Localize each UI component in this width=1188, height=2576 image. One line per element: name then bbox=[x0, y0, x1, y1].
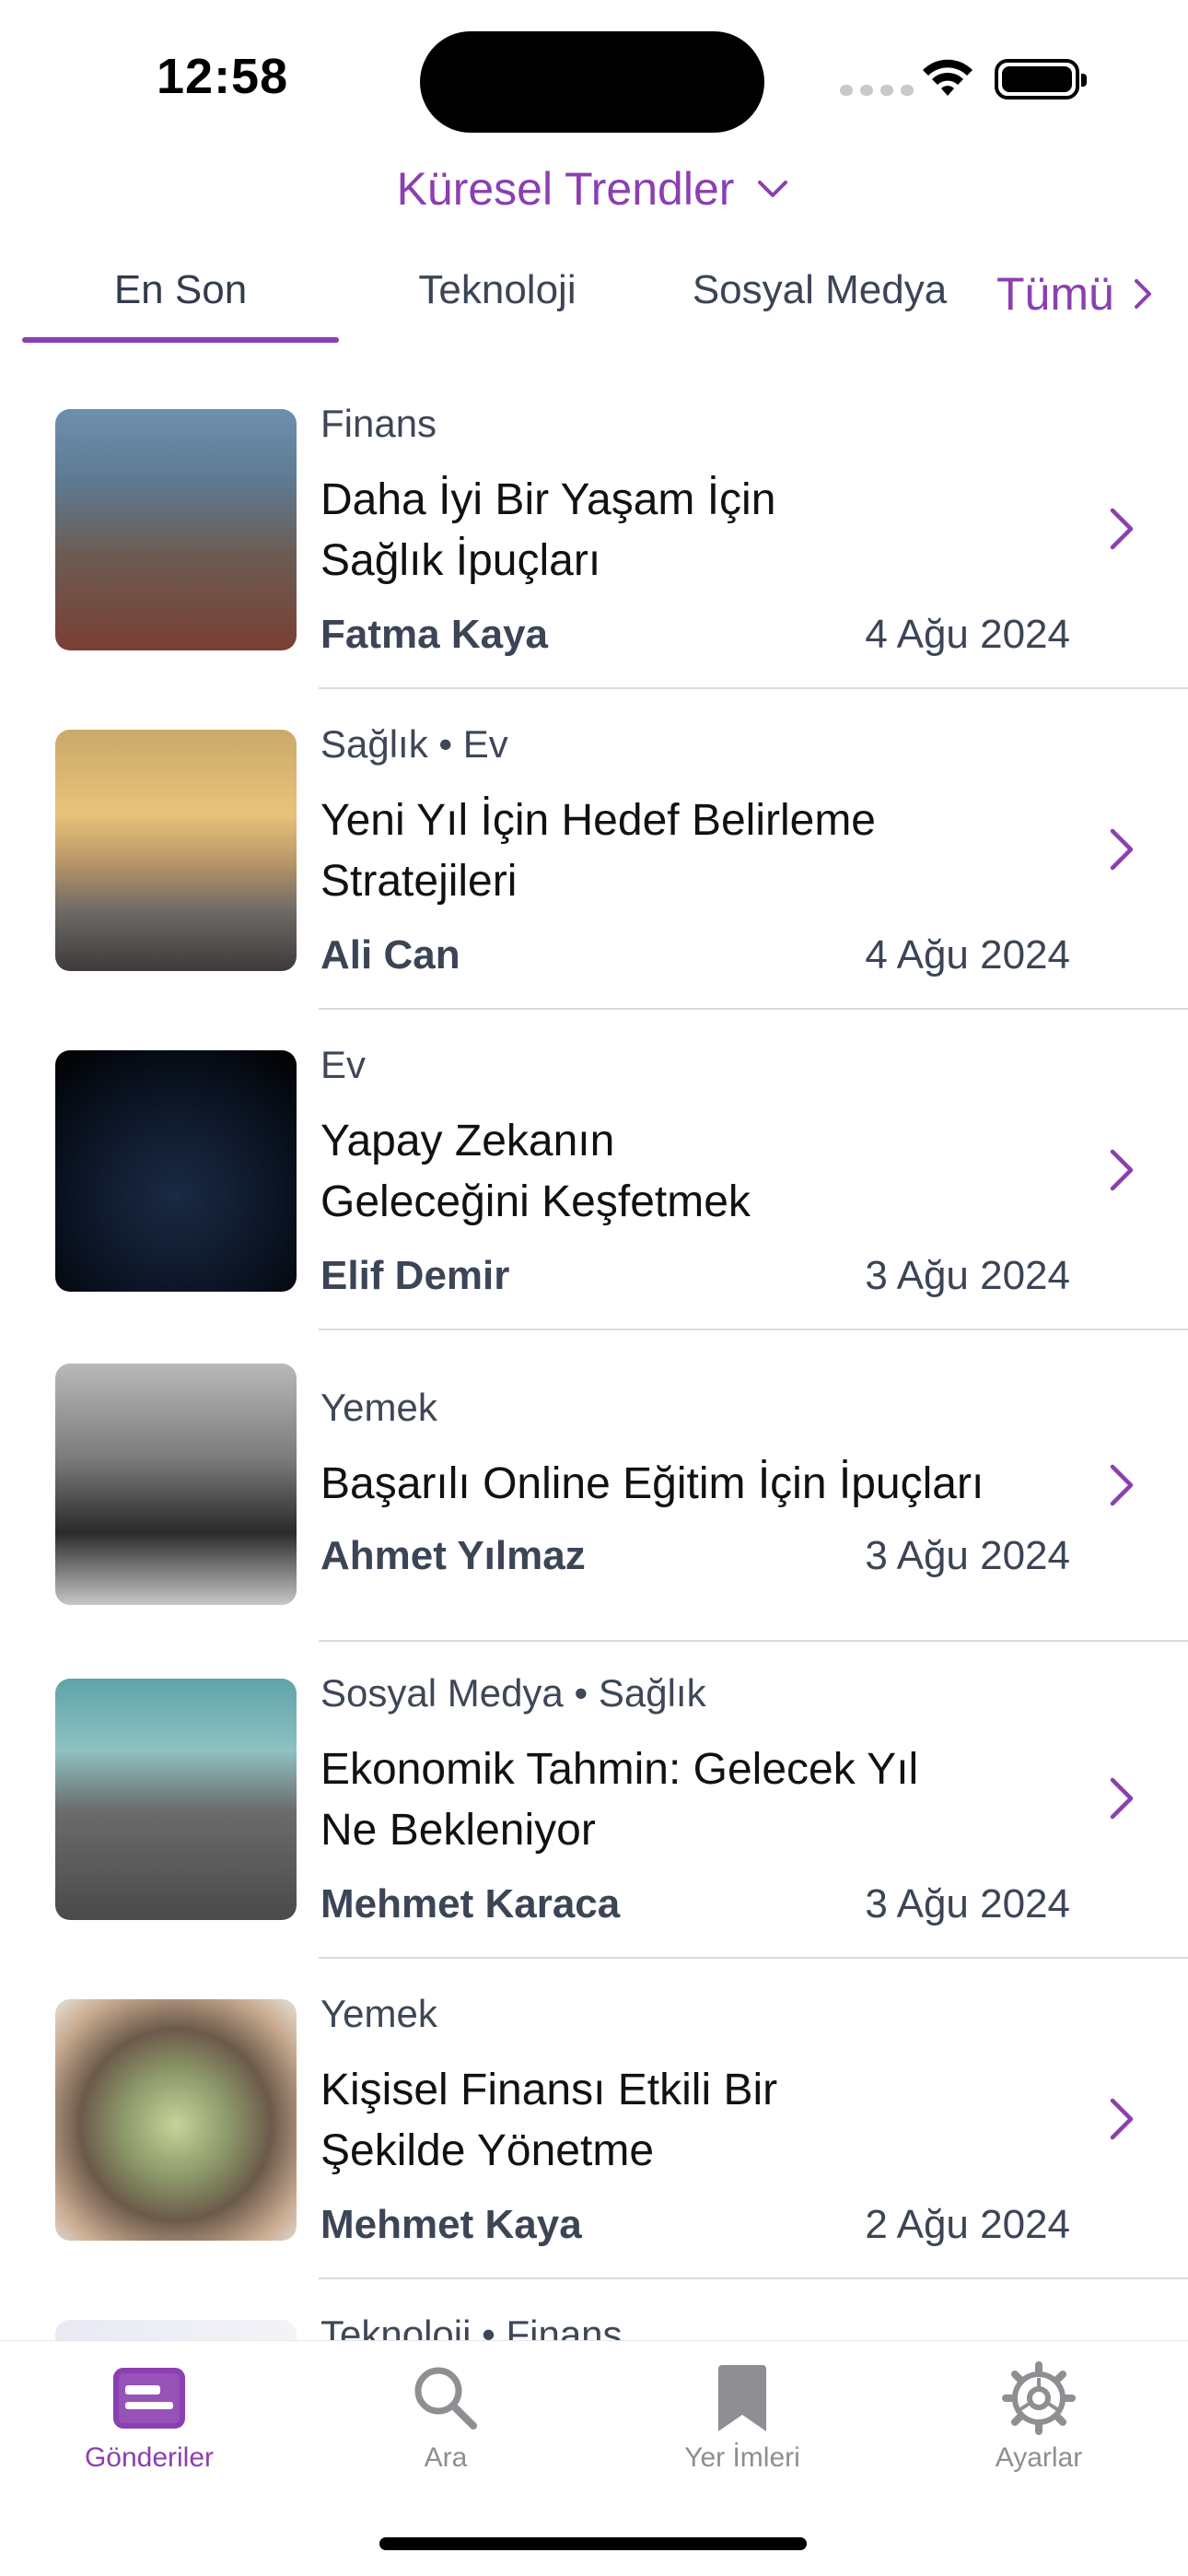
cellular-signal-icon bbox=[840, 85, 914, 96]
list-item[interactable]: Teknoloji • Finans bbox=[0, 2298, 1188, 2340]
post-title: Kişisel Finansı Etkili Bir Şekilde Yönet… bbox=[320, 2066, 778, 2175]
post-date: 3 Ağu 2024 bbox=[865, 1533, 1070, 1578]
chevron-right-icon bbox=[1110, 1149, 1134, 1191]
post-category: Sosyal Medya • Sağlık bbox=[320, 1671, 706, 1715]
post-author: Mehmet Kaya bbox=[320, 2202, 582, 2247]
post-date: 4 Ağu 2024 bbox=[865, 932, 1070, 978]
post-thumbnail bbox=[55, 1364, 297, 1605]
tab-settings[interactable]: Ayarlar bbox=[947, 2361, 1131, 2474]
post-category: Yemek bbox=[320, 1386, 437, 1429]
divider bbox=[319, 1329, 1188, 1330]
status-time: 12:58 bbox=[157, 49, 289, 104]
bookmark-icon bbox=[718, 2365, 766, 2431]
gear-icon bbox=[1002, 2361, 1076, 2435]
post-thumbnail bbox=[55, 730, 297, 971]
all-categories-label: Tümü bbox=[996, 268, 1114, 320]
post-title: Başarılı Online Eğitim İçin İpuçları bbox=[320, 1459, 984, 1508]
post-author: Mehmet Karaca bbox=[320, 1881, 621, 1926]
post-date: 2 Ağu 2024 bbox=[865, 2202, 1070, 2247]
tab-bookmarks[interactable]: Yer İmleri bbox=[650, 2361, 834, 2474]
region-dropdown[interactable]: Küresel Trendler bbox=[0, 162, 1188, 216]
list-item[interactable]: Sağlık • Ev Yeni Yıl İçin Hedef Belirlem… bbox=[0, 708, 1188, 1030]
chevron-right-icon bbox=[1110, 2098, 1134, 2140]
post-date: 4 Ağu 2024 bbox=[865, 612, 1070, 657]
chevron-right-icon bbox=[1110, 1464, 1134, 1506]
dynamic-island bbox=[420, 31, 764, 133]
status-bar: 12:58 bbox=[0, 0, 1188, 138]
tab-posts-label: Gönderiler bbox=[84, 2442, 215, 2473]
active-tab-indicator bbox=[22, 337, 339, 343]
chevron-right-icon bbox=[1110, 1777, 1134, 1820]
post-author: Elif Demir bbox=[320, 1253, 510, 1298]
posts-icon bbox=[113, 2368, 185, 2429]
post-title: Ekonomik Tahmin: Gelecek Yıl Ne Bekleniy… bbox=[320, 1745, 919, 1855]
post-thumbnail bbox=[55, 409, 297, 650]
post-thumbnail bbox=[55, 1999, 297, 2241]
post-thumbnail bbox=[55, 1679, 297, 1920]
post-author: Fatma Kaya bbox=[320, 612, 549, 657]
tab-en-son[interactable]: En Son bbox=[22, 267, 339, 313]
tab-teknoloji[interactable]: Teknoloji bbox=[359, 267, 635, 313]
tab-search[interactable]: Ara bbox=[354, 2361, 538, 2474]
list-item[interactable]: Ev Yapay Zekanın Geleceğini Keşfetmek El… bbox=[0, 1028, 1188, 1351]
post-list[interactable]: Finans Daha İyi Bir Yaşam İçin Sağlık İp… bbox=[0, 387, 1188, 2340]
post-title: Yapay Zekanın Geleceğini Keşfetmek bbox=[320, 1117, 751, 1226]
post-thumbnail bbox=[55, 2320, 297, 2340]
all-categories-button[interactable]: Tümü bbox=[996, 267, 1157, 321]
post-thumbnail bbox=[55, 1050, 297, 1292]
tab-settings-label: Ayarlar bbox=[995, 2442, 1083, 2473]
list-item[interactable]: Finans Daha İyi Bir Yaşam İçin Sağlık İp… bbox=[0, 387, 1188, 709]
post-title: Yeni Yıl İçin Hedef Belirleme Stratejile… bbox=[320, 796, 876, 906]
chevron-down-icon bbox=[758, 181, 788, 197]
tab-posts[interactable]: Gönderiler bbox=[57, 2361, 241, 2474]
divider bbox=[319, 687, 1188, 689]
chevron-right-icon bbox=[1134, 279, 1151, 309]
chevron-right-icon bbox=[1110, 508, 1134, 550]
post-author: Ali Can bbox=[320, 932, 460, 978]
divider bbox=[319, 1957, 1188, 1959]
divider bbox=[319, 1008, 1188, 1010]
post-category: Sağlık • Ev bbox=[320, 722, 508, 766]
wifi-icon bbox=[923, 59, 973, 96]
post-category: Finans bbox=[320, 402, 437, 445]
list-item[interactable]: Yemek Kişisel Finansı Etkili Bir Şekilde… bbox=[0, 1977, 1188, 2300]
post-category: Ev bbox=[320, 1043, 367, 1086]
region-label: Küresel Trendler bbox=[396, 163, 735, 215]
post-category: Teknoloji • Finans bbox=[320, 2313, 623, 2340]
divider bbox=[319, 2277, 1188, 2279]
tab-bookmarks-label: Yer İmleri bbox=[684, 2442, 800, 2473]
post-date: 3 Ağu 2024 bbox=[865, 1253, 1070, 1298]
list-item[interactable]: Yemek Başarılı Online Eğitim İçin İpuçla… bbox=[0, 1349, 1188, 1662]
post-author: Ahmet Yılmaz bbox=[320, 1533, 586, 1578]
post-title: Daha İyi Bir Yaşam İçin Sağlık İpuçları bbox=[320, 475, 776, 585]
list-item[interactable]: Sosyal Medya • Sağlık Ekonomik Tahmin: G… bbox=[0, 1657, 1188, 1979]
post-category: Yemek bbox=[320, 1992, 437, 2035]
chevron-right-icon bbox=[1110, 828, 1134, 871]
post-date: 3 Ağu 2024 bbox=[865, 1881, 1070, 1926]
category-tabs: En Son Teknoloji Sosyal Medya Tümü bbox=[0, 267, 1188, 350]
home-indicator[interactable] bbox=[379, 2537, 807, 2550]
tab-sosyal-medya[interactable]: Sosyal Medya bbox=[672, 267, 967, 313]
battery-icon bbox=[995, 59, 1087, 100]
divider bbox=[319, 1640, 1188, 1642]
search-icon bbox=[414, 2367, 477, 2430]
tab-search-label: Ara bbox=[424, 2442, 468, 2473]
